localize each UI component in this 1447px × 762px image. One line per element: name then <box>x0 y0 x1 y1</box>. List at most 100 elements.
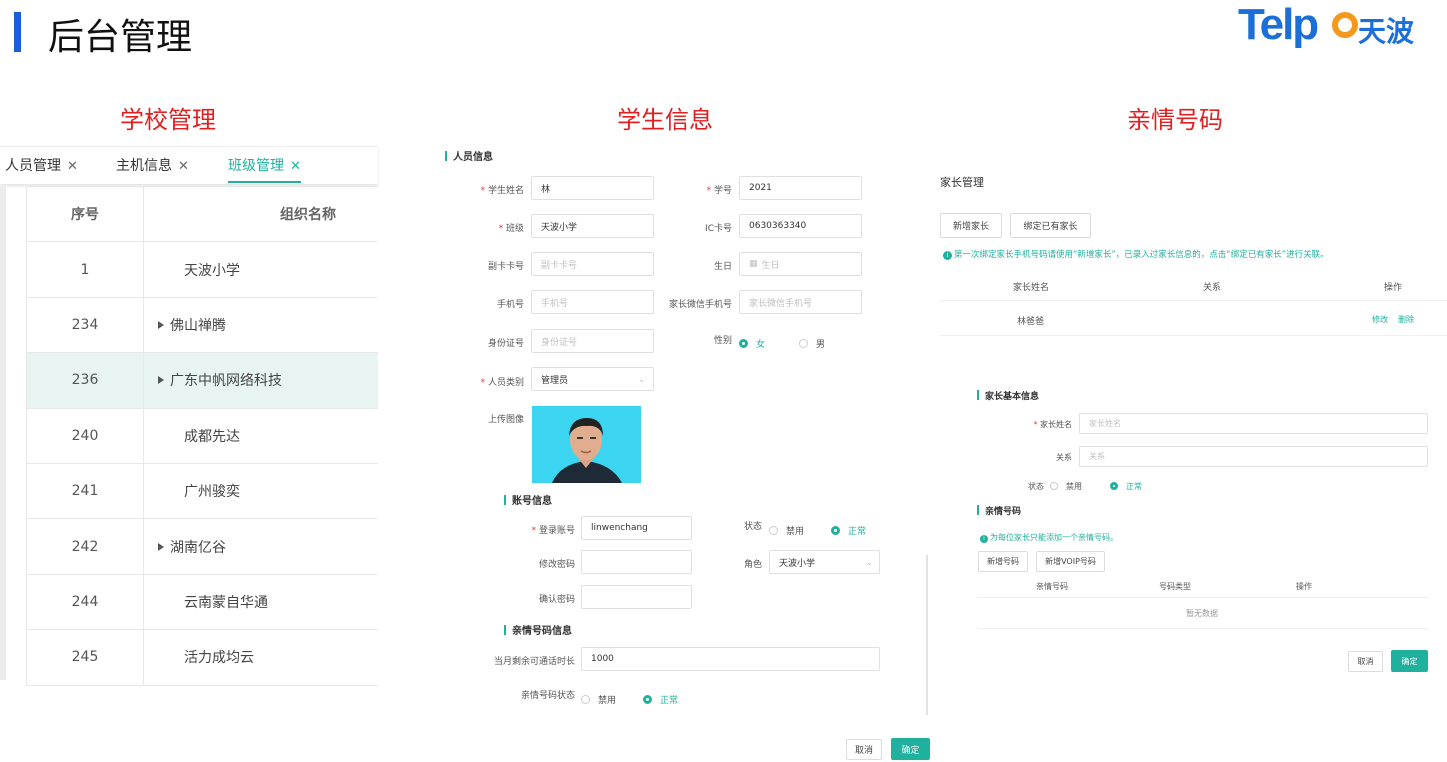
class-input[interactable]: 天波小学 <box>531 214 654 238</box>
radio-label: 禁用 <box>786 527 805 537</box>
status-disabled-radio[interactable]: 禁用 <box>769 519 804 538</box>
col-operations: 操作 <box>1384 283 1403 293</box>
family-status-normal-radio[interactable]: 正常 <box>643 688 678 707</box>
bind-tip: i 第一次绑定家长手机号码请使用“新增家长”，已录入过家长信息的，点击“绑定已有家… <box>943 248 1329 260</box>
state-disabled-radio[interactable]: 禁用 <box>1050 481 1082 492</box>
row-index: 242 <box>27 519 144 574</box>
expand-caret-icon[interactable] <box>158 376 164 385</box>
student-no-input[interactable]: 2021 <box>739 176 862 200</box>
sub-card-label: 副卡卡号 <box>487 262 524 272</box>
gender-female-radio[interactable]: 女 <box>739 332 765 351</box>
tab-bar: 人员管理 ✕ 主机信息 ✕ 班级管理 ✕ <box>0 146 378 184</box>
row-index: 240 <box>27 408 144 463</box>
relation-input[interactable]: 关系 <box>1079 446 1428 467</box>
upload-image-label: 上传图像 <box>487 415 524 425</box>
expand-caret-icon[interactable] <box>158 542 164 551</box>
student-no-label: 学号 <box>672 183 732 196</box>
radio-icon <box>831 526 840 535</box>
login-account-input[interactable]: linwenchang <box>581 516 692 540</box>
radio-label: 男 <box>816 340 826 350</box>
add-number-button[interactable]: 新增号码 <box>978 551 1028 572</box>
class-label: 班级 <box>466 221 524 234</box>
parent-name-input[interactable]: 家长姓名 <box>1079 413 1428 434</box>
chevron-down-icon: ⌄ <box>866 557 873 567</box>
state-normal-radio[interactable]: 正常 <box>1110 481 1142 492</box>
student-photo[interactable] <box>532 406 641 483</box>
col-header-org-name[interactable]: 组织名称 <box>280 187 336 241</box>
student-confirm-button[interactable]: 确定 <box>891 738 930 760</box>
add-voip-number-button[interactable]: 新增VOIP号码 <box>1036 551 1105 572</box>
kinship-number-header: 亲情号码 <box>977 504 1021 517</box>
kinship-empty-row: 暂无数据 <box>978 599 1428 629</box>
info-icon: i <box>943 251 952 260</box>
org-name-text: 成都先达 <box>184 428 240 445</box>
table-row[interactable]: 240 成都先达 <box>27 408 378 464</box>
sub-card-input[interactable]: 副卡卡号 <box>531 252 654 276</box>
close-icon[interactable]: ✕ <box>67 159 78 174</box>
role-select[interactable]: 天波小学 ⌄ <box>769 550 880 574</box>
section-title-school: 学校管理 <box>120 106 216 134</box>
delete-link[interactable]: 删除 <box>1398 314 1414 325</box>
gender-label: 性别 <box>713 336 732 346</box>
calendar-icon: ▦ <box>749 259 758 269</box>
status-normal-radio[interactable]: 正常 <box>831 519 866 538</box>
ic-card-label: IC卡号 <box>705 224 732 234</box>
page-title: 后台管理 <box>48 17 193 58</box>
person-type-select[interactable]: 管理员 ⌄ <box>531 367 654 391</box>
col-parent-name: 家长姓名 <box>1013 283 1050 293</box>
gender-male-radio[interactable]: 男 <box>799 332 825 351</box>
section-title-student: 学生信息 <box>617 106 713 134</box>
confirm-password-input[interactable] <box>581 585 692 609</box>
col-header-index[interactable]: 序号 <box>27 187 144 242</box>
tab-personnel[interactable]: 人员管理 ✕ <box>5 155 78 175</box>
family-cancel-button[interactable]: 取消 <box>1348 651 1383 672</box>
person-type-label: 人员类别 <box>466 375 524 388</box>
close-icon[interactable]: ✕ <box>290 159 301 174</box>
expand-caret-icon[interactable] <box>158 320 164 329</box>
radio-label: 正常 <box>660 696 679 706</box>
student-cancel-button[interactable]: 取消 <box>846 739 882 760</box>
row-org-name: 天波小学 <box>170 242 240 296</box>
phone-input[interactable]: 手机号 <box>531 290 654 314</box>
parent-wx-phone-input[interactable]: 家长微信手机号 <box>739 290 862 314</box>
table-row[interactable]: 236 广东中帆网络科技 <box>27 353 378 409</box>
birthday-picker[interactable]: ▦ 生日 <box>739 252 862 276</box>
table-row[interactable]: 241 广州骏奕 <box>27 463 378 520</box>
close-icon[interactable]: ✕ <box>178 159 189 174</box>
title-accent-bar <box>14 12 21 52</box>
table-row[interactable]: 242 湖南亿谷 <box>27 519 378 575</box>
placeholder: 家长微信手机号 <box>749 298 813 309</box>
form-scrollbar[interactable] <box>926 555 928 715</box>
row-parent-name: 林爸爸 <box>1017 317 1045 327</box>
edit-link[interactable]: 修改 <box>1372 314 1388 325</box>
select-value: 管理员 <box>541 375 569 386</box>
telpo-logo: Telp 天波 <box>1238 0 1428 52</box>
radio-label: 正常 <box>1126 482 1142 491</box>
student-name-input[interactable]: 林 <box>531 176 654 200</box>
table-row[interactable]: 244 云南蒙自华通 <box>27 574 378 631</box>
remaining-call-time-input[interactable]: 1000 <box>581 647 880 671</box>
tab-class-management[interactable]: 班级管理 ✕ <box>228 155 301 175</box>
row-org-name: 广东中帆网络科技 <box>158 353 282 407</box>
org-name-text: 活力成均云 <box>184 650 254 667</box>
bind-parent-button[interactable]: 绑定已有家长 <box>1010 213 1091 238</box>
table-row[interactable]: 245 活力成均云 <box>27 630 378 686</box>
row-index: 244 <box>27 574 144 630</box>
select-value: 天波小学 <box>779 558 816 569</box>
org-name-text: 佛山禅腾 <box>170 317 226 334</box>
add-parent-button[interactable]: 新增家长 <box>940 213 1002 238</box>
ic-card-input[interactable]: 0630363340 <box>739 214 862 238</box>
radio-label: 禁用 <box>1066 482 1082 491</box>
family-status-disabled-radio[interactable]: 禁用 <box>581 688 616 707</box>
side-scroll-strip[interactable] <box>0 186 6 680</box>
table-row[interactable]: 1 天波小学 <box>27 242 378 298</box>
family-confirm-button[interactable]: 确定 <box>1391 650 1428 672</box>
id-card-input[interactable]: 身份证号 <box>531 329 654 353</box>
row-org-name: 湖南亿谷 <box>158 519 226 573</box>
radio-label: 女 <box>756 340 766 350</box>
table-row[interactable]: 林爸爸 修改 删除 <box>940 302 1447 336</box>
change-password-input[interactable] <box>581 550 692 574</box>
tab-host-info[interactable]: 主机信息 ✕ <box>116 155 189 175</box>
radio-icon <box>769 526 778 535</box>
table-row[interactable]: 234 佛山禅腾 <box>27 297 378 354</box>
